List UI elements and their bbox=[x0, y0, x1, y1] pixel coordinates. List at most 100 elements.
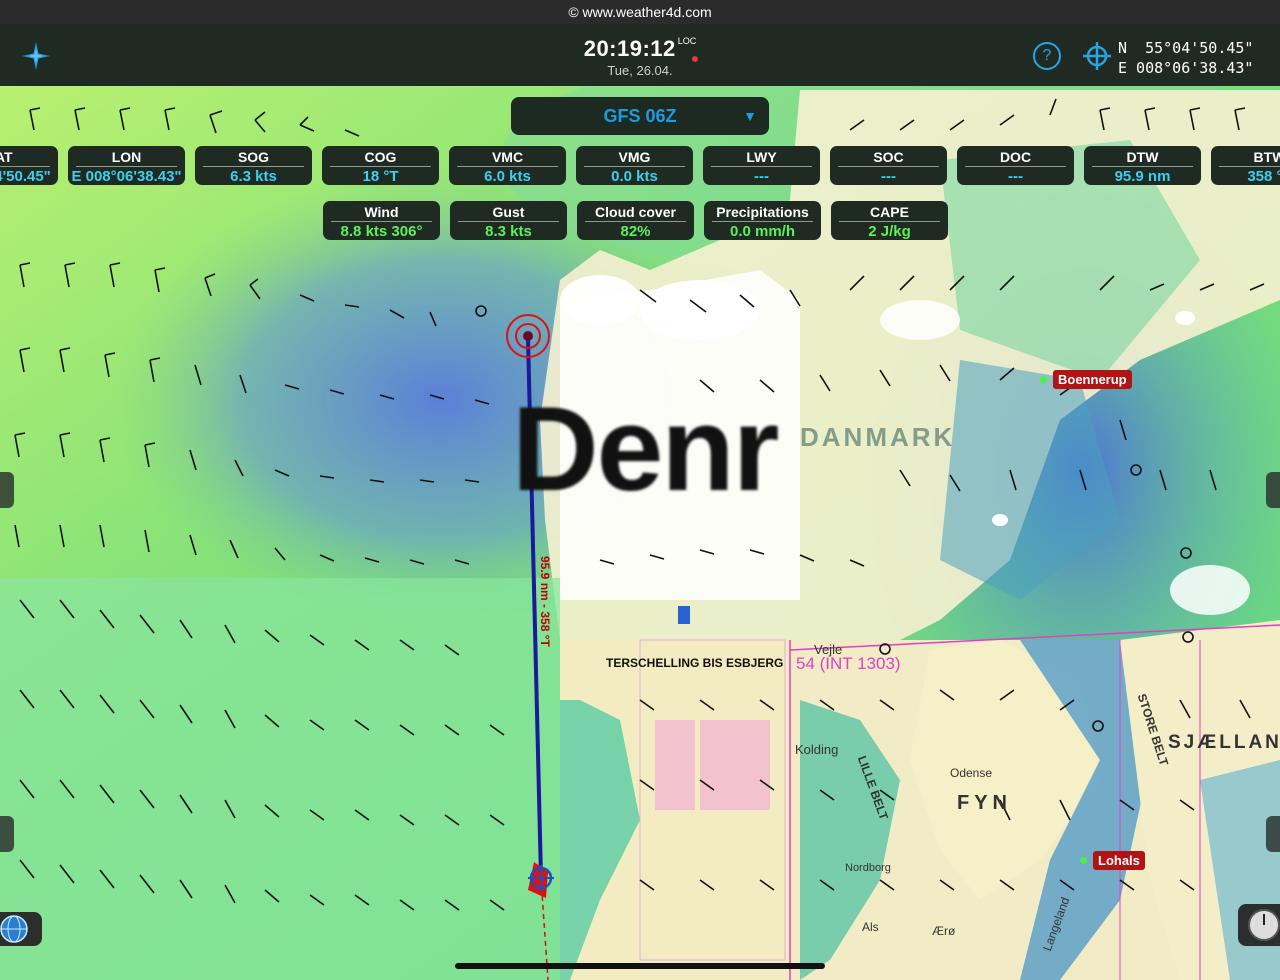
instrument-tile-gust[interactable]: Gust 8.3 kts bbox=[450, 201, 567, 240]
chart-number: 54 (INT 1303) bbox=[796, 654, 901, 673]
tile-divider bbox=[0, 166, 50, 167]
tile-divider bbox=[712, 221, 813, 222]
tile-divider bbox=[330, 166, 431, 167]
instrument-tile-cape[interactable]: CAPE 2 J/kg bbox=[831, 201, 948, 240]
help-button[interactable]: ? bbox=[1033, 42, 1061, 70]
tile-divider bbox=[711, 166, 812, 167]
tile-value: N 55°04'50.45" bbox=[0, 168, 51, 185]
tile-label: VMC bbox=[491, 149, 524, 165]
tile-value: --- bbox=[881, 168, 896, 185]
tile-label: CAPE bbox=[870, 204, 909, 220]
tile-divider bbox=[457, 166, 558, 167]
tile-value: 8.3 kts bbox=[485, 223, 532, 240]
tile-label: DOC bbox=[999, 149, 1032, 165]
model-label: GFS 06Z bbox=[603, 105, 677, 126]
tile-label: BTW bbox=[1253, 149, 1280, 165]
tile-label: DTW bbox=[1126, 149, 1159, 165]
latitude-readout: N 55°04'50.45" bbox=[1118, 39, 1254, 57]
instrument-tile-dtw[interactable]: DTW 95.9 nm bbox=[1084, 146, 1201, 185]
tile-label: COG bbox=[364, 149, 397, 165]
tile-value: 95.9 nm bbox=[1114, 168, 1171, 185]
map-label-sjaelland: SJÆLLAN bbox=[1168, 732, 1280, 753]
tile-label: SOG bbox=[237, 149, 270, 165]
position-readout: N 55°04'50.45" E 008°06'38.43" bbox=[1118, 38, 1253, 78]
tile-divider bbox=[585, 221, 686, 222]
tile-value: 6.3 kts bbox=[230, 168, 277, 185]
tile-label: Precipitations bbox=[716, 204, 809, 220]
instrument-tile-cloud-cover[interactable]: Cloud cover 82% bbox=[577, 201, 694, 240]
globe-icon bbox=[0, 915, 28, 943]
tile-value: 8.8 kts 306° bbox=[340, 223, 423, 240]
crosshair-icon[interactable] bbox=[1083, 42, 1111, 70]
weather-model-selector[interactable]: GFS 06Z ▼ bbox=[511, 97, 769, 135]
tile-value: 82% bbox=[620, 223, 651, 240]
instrument-tile-vmg[interactable]: VMG 0.0 kts bbox=[576, 146, 693, 185]
map-label-aero: Ærø bbox=[932, 924, 956, 938]
left-panel-handle-lower[interactable] bbox=[0, 816, 14, 852]
map-label-kolding: Kolding bbox=[795, 742, 839, 757]
dropdown-caret-icon: ▼ bbox=[743, 108, 757, 124]
tile-value: --- bbox=[1008, 168, 1023, 185]
city-marker-dot bbox=[1040, 376, 1047, 383]
city-marker-dot bbox=[1080, 857, 1087, 864]
route-label: 95.9 nm - 358 °T bbox=[538, 556, 552, 647]
source-banner: © www.weather4d.com bbox=[0, 0, 1280, 24]
chart-title: TERSCHELLING BIS ESBJERG bbox=[606, 656, 784, 670]
city-lohals[interactable]: Lohals bbox=[1093, 851, 1145, 870]
tile-value: E 008°06'38.43" bbox=[71, 168, 182, 185]
tile-value: 358 °T bbox=[1247, 168, 1280, 185]
tile-divider bbox=[584, 166, 685, 167]
right-panel-handle-lower[interactable] bbox=[1266, 816, 1280, 852]
city-boennerup[interactable]: Boennerup bbox=[1053, 370, 1132, 389]
map-label-danmark: DANMARK bbox=[800, 422, 956, 452]
instrument-tile-cog[interactable]: COG 18 °T bbox=[322, 146, 439, 185]
tile-divider bbox=[1092, 166, 1193, 167]
tile-label: Wind bbox=[364, 204, 399, 220]
top-header: 20:19:12 LOC Tue, 26.04. ? N 55°04'50.45"… bbox=[0, 24, 1280, 86]
tile-divider bbox=[838, 166, 939, 167]
longitude-readout: E 008°06'38.43" bbox=[1118, 59, 1254, 77]
tile-label: SOC bbox=[873, 149, 904, 165]
tile-label: LAT bbox=[0, 149, 13, 165]
instrument-tile-lon[interactable]: LON E 008°06'38.43" bbox=[68, 146, 185, 185]
tile-label: VMG bbox=[618, 149, 651, 165]
instrument-tile-vmc[interactable]: VMC 6.0 kts bbox=[449, 146, 566, 185]
tile-label: LWY bbox=[746, 149, 777, 165]
instrument-tile-lat[interactable]: LAT N 55°04'50.45" bbox=[0, 146, 58, 185]
tile-value: --- bbox=[754, 168, 769, 185]
time-zone-label: LOC bbox=[677, 36, 697, 46]
instrument-tile-sog[interactable]: SOG 6.3 kts bbox=[195, 146, 312, 185]
instrument-tile-btw[interactable]: BTW 358 °T bbox=[1211, 146, 1280, 185]
map-label-fyn: FYN bbox=[957, 792, 1012, 814]
instrument-tile-lwy[interactable]: LWY --- bbox=[703, 146, 820, 185]
map-label-als: Als bbox=[862, 920, 879, 934]
current-time: 20:19:12 bbox=[583, 36, 676, 61]
tile-label: LON bbox=[111, 149, 142, 165]
tile-value: 18 °T bbox=[362, 168, 399, 185]
tile-divider bbox=[1219, 166, 1280, 167]
tile-label: Cloud cover bbox=[595, 204, 676, 220]
map-label-odense: Odense bbox=[950, 766, 993, 780]
right-panel-handle[interactable] bbox=[1266, 472, 1280, 508]
instrument-tile-soc[interactable]: SOC --- bbox=[830, 146, 947, 185]
home-indicator bbox=[455, 963, 825, 969]
tile-label: Gust bbox=[492, 204, 525, 220]
tile-divider bbox=[331, 221, 432, 222]
tile-value: 2 J/kg bbox=[868, 223, 911, 240]
gauge-button[interactable] bbox=[1238, 904, 1280, 946]
tile-value: 6.0 kts bbox=[484, 168, 531, 185]
globe-button[interactable] bbox=[0, 912, 42, 946]
tile-divider bbox=[965, 166, 1066, 167]
tile-divider bbox=[76, 166, 177, 167]
instrument-tile-wind[interactable]: Wind 8.8 kts 306° bbox=[323, 201, 440, 240]
left-panel-handle[interactable] bbox=[0, 472, 14, 508]
live-indicator bbox=[692, 56, 698, 62]
tile-divider bbox=[839, 221, 940, 222]
tile-value: 0.0 mm/h bbox=[729, 223, 796, 240]
map-label-vejle: Vejle bbox=[814, 642, 843, 657]
instrument-tile-precipitations[interactable]: Precipitations 0.0 mm/h bbox=[704, 201, 821, 240]
tile-divider bbox=[203, 166, 304, 167]
map-label-nordborg: Nordborg bbox=[845, 862, 891, 874]
tile-value: 0.0 kts bbox=[611, 168, 658, 185]
instrument-tile-doc[interactable]: DOC --- bbox=[957, 146, 1074, 185]
